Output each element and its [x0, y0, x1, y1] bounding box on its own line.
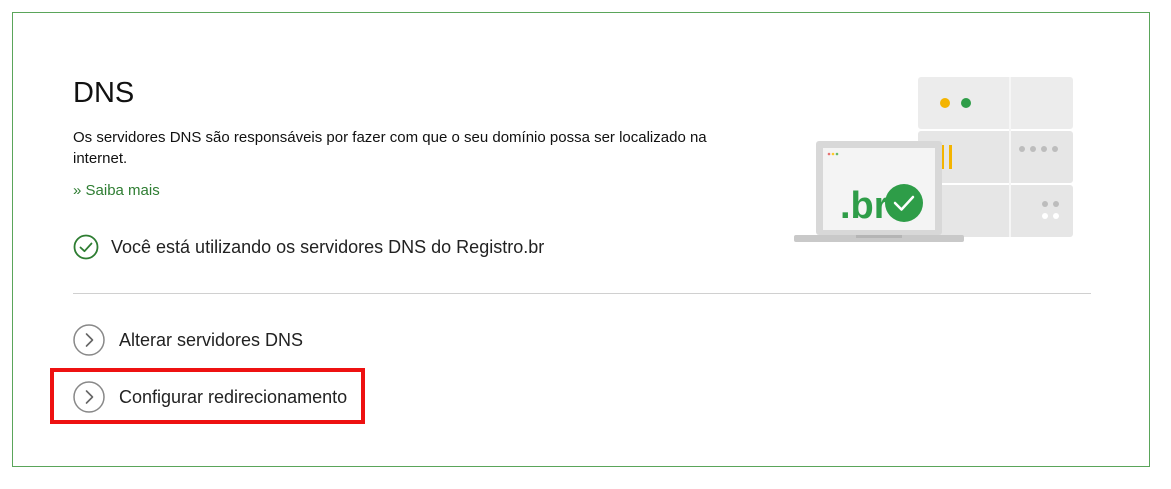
alter-dns-servers-action[interactable]: Alterar servidores DNS: [73, 324, 303, 356]
laptop-check-icon: [885, 184, 923, 222]
led-green-icon: [961, 98, 971, 108]
page-title: DNS: [73, 77, 135, 109]
dns-status-text: Você está utilizando os servidores DNS d…: [111, 236, 545, 257]
chevron-right-circle-icon: [73, 324, 105, 356]
dns-description: Os servidores DNS são responsáveis por f…: [73, 129, 707, 167]
dns-status: Você está utilizando os servidores DNS d…: [73, 234, 544, 260]
highlight-box: [50, 368, 365, 424]
dns-card: DNS Os servidores DNS são responsáveis p…: [12, 12, 1150, 467]
divider: [73, 293, 1091, 294]
led-yellow-icon: [940, 98, 950, 108]
learn-more-link[interactable]: » Saiba mais: [73, 182, 160, 199]
action-label: Alterar servidores DNS: [119, 329, 304, 350]
laptop-logo: .br: [840, 185, 889, 227]
dns-server-illustration: .br: [794, 77, 1073, 242]
check-circle-icon: [73, 234, 99, 260]
